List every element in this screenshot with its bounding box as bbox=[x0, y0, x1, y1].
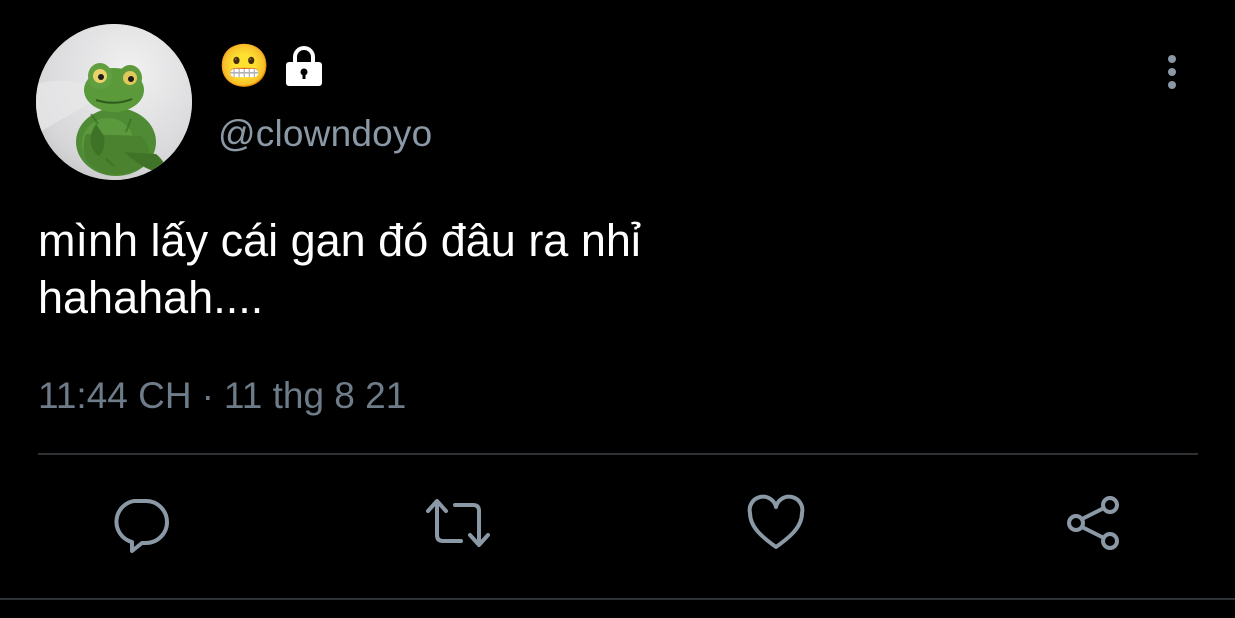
reply-button[interactable] bbox=[105, 490, 175, 560]
frog-plush-image bbox=[36, 24, 192, 180]
share-icon bbox=[1062, 491, 1126, 560]
display-name-row: 😬 bbox=[218, 42, 326, 90]
heart-icon bbox=[744, 491, 808, 560]
bottom-divider bbox=[0, 598, 1235, 600]
more-options-button[interactable] bbox=[1150, 52, 1194, 96]
tweet-date: 11 thg 8 21 bbox=[223, 375, 407, 416]
retweet-button[interactable] bbox=[423, 490, 493, 560]
tweet-detail-screen: 😬 @clowndoyo mình lấy cái gan đó đâu ra … bbox=[0, 0, 1235, 618]
tweet-timestamp: 11:44 CH · 11 thg 8 21 bbox=[38, 374, 406, 418]
share-button[interactable] bbox=[1059, 490, 1129, 560]
reply-icon bbox=[108, 491, 172, 560]
meta-separator: · bbox=[201, 375, 214, 416]
more-vertical-icon bbox=[1150, 50, 1194, 99]
action-bar bbox=[0, 490, 1235, 560]
grimacing-face-emoji: 😬 bbox=[218, 41, 271, 90]
avatar[interactable] bbox=[36, 24, 192, 180]
tweet-text: mình lấy cái gan đó đâu ra nhỉ hahahah..… bbox=[38, 215, 641, 323]
tweet-time: 11:44 CH bbox=[38, 375, 192, 416]
author-handle[interactable]: @clowndoyo bbox=[218, 112, 432, 156]
lock-icon bbox=[282, 44, 326, 88]
like-button[interactable] bbox=[741, 490, 811, 560]
retweet-icon bbox=[423, 491, 493, 560]
divider bbox=[38, 453, 1198, 455]
